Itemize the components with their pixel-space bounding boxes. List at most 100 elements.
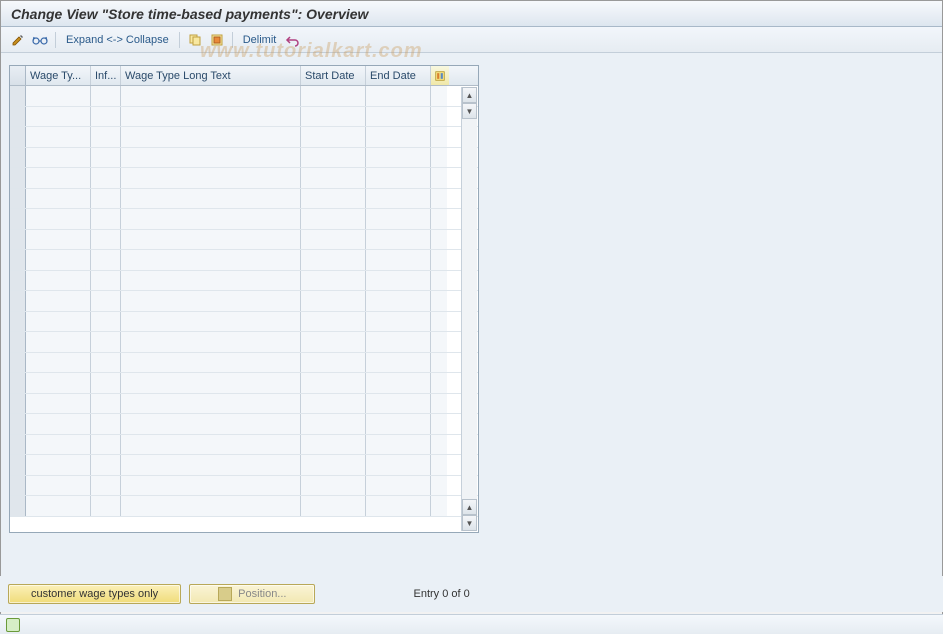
cell-wage-type-long[interactable] [121, 209, 301, 229]
cell-inf[interactable] [91, 332, 121, 352]
row-selector[interactable] [10, 435, 26, 455]
pencil-icon[interactable] [9, 31, 27, 49]
row-selector[interactable] [10, 312, 26, 332]
customer-wage-types-button[interactable]: customer wage types only [8, 584, 181, 604]
cell-start-date[interactable] [301, 148, 366, 168]
cell-wage-type-long[interactable] [121, 373, 301, 393]
cell-wage-type[interactable] [26, 230, 91, 250]
cell-end-date[interactable] [366, 353, 431, 373]
row-selector[interactable] [10, 148, 26, 168]
cell-inf[interactable] [91, 291, 121, 311]
row-selector[interactable] [10, 414, 26, 434]
cell-wage-type-long[interactable] [121, 394, 301, 414]
table-row[interactable] [10, 373, 478, 394]
col-end-date[interactable]: End Date [366, 66, 431, 85]
scroll-down-button-2[interactable]: ▼ [462, 515, 477, 531]
cell-wage-type[interactable] [26, 189, 91, 209]
cell-end-date[interactable] [366, 127, 431, 147]
table-row[interactable] [10, 209, 478, 230]
col-start-date[interactable]: Start Date [301, 66, 366, 85]
cell-wage-type-long[interactable] [121, 127, 301, 147]
cell-wage-type[interactable] [26, 209, 91, 229]
expand-collapse-button[interactable]: Expand <-> Collapse [62, 34, 173, 46]
cell-wage-type-long[interactable] [121, 455, 301, 475]
row-selector[interactable] [10, 271, 26, 291]
cell-end-date[interactable] [366, 230, 431, 250]
cell-wage-type[interactable] [26, 312, 91, 332]
cell-wage-type[interactable] [26, 394, 91, 414]
cell-end-date[interactable] [366, 148, 431, 168]
cell-wage-type-long[interactable] [121, 86, 301, 106]
row-selector[interactable] [10, 189, 26, 209]
cell-wage-type-long[interactable] [121, 107, 301, 127]
row-selector[interactable] [10, 209, 26, 229]
cell-wage-type-long[interactable] [121, 312, 301, 332]
cell-inf[interactable] [91, 394, 121, 414]
cell-wage-type[interactable] [26, 414, 91, 434]
cell-start-date[interactable] [301, 291, 366, 311]
table-row[interactable] [10, 189, 478, 210]
table-row[interactable] [10, 476, 478, 497]
cell-end-date[interactable] [366, 168, 431, 188]
cell-wage-type[interactable] [26, 107, 91, 127]
row-selector[interactable] [10, 332, 26, 352]
cell-inf[interactable] [91, 250, 121, 270]
table-row[interactable] [10, 230, 478, 251]
cell-wage-type[interactable] [26, 271, 91, 291]
cell-wage-type[interactable] [26, 476, 91, 496]
scroll-track[interactable] [462, 119, 477, 499]
row-selector-header[interactable] [10, 66, 26, 85]
cell-start-date[interactable] [301, 332, 366, 352]
table-row[interactable] [10, 86, 478, 107]
cell-end-date[interactable] [366, 189, 431, 209]
undo-icon[interactable] [284, 31, 302, 49]
cell-wage-type[interactable] [26, 455, 91, 475]
cell-inf[interactable] [91, 455, 121, 475]
cell-inf[interactable] [91, 86, 121, 106]
cell-wage-type[interactable] [26, 291, 91, 311]
row-selector[interactable] [10, 291, 26, 311]
cell-inf[interactable] [91, 373, 121, 393]
cell-start-date[interactable] [301, 189, 366, 209]
cell-wage-type-long[interactable] [121, 148, 301, 168]
row-selector[interactable] [10, 107, 26, 127]
cell-start-date[interactable] [301, 455, 366, 475]
cell-inf[interactable] [91, 353, 121, 373]
position-button[interactable]: Position... [189, 584, 315, 604]
row-selector[interactable] [10, 168, 26, 188]
row-selector[interactable] [10, 250, 26, 270]
vertical-scrollbar[interactable]: ▲ ▼ ▲ ▼ [461, 87, 477, 531]
row-selector[interactable] [10, 353, 26, 373]
table-row[interactable] [10, 168, 478, 189]
cell-inf[interactable] [91, 496, 121, 516]
cell-start-date[interactable] [301, 230, 366, 250]
cell-start-date[interactable] [301, 353, 366, 373]
cell-wage-type[interactable] [26, 127, 91, 147]
cell-start-date[interactable] [301, 394, 366, 414]
cell-end-date[interactable] [366, 86, 431, 106]
col-inf[interactable]: Inf... [91, 66, 121, 85]
cell-start-date[interactable] [301, 271, 366, 291]
cell-end-date[interactable] [366, 271, 431, 291]
cell-start-date[interactable] [301, 168, 366, 188]
table-row[interactable] [10, 414, 478, 435]
cell-end-date[interactable] [366, 291, 431, 311]
cell-wage-type-long[interactable] [121, 414, 301, 434]
cell-end-date[interactable] [366, 332, 431, 352]
cell-wage-type[interactable] [26, 250, 91, 270]
cell-inf[interactable] [91, 435, 121, 455]
table-row[interactable] [10, 332, 478, 353]
glasses-icon[interactable] [31, 31, 49, 49]
cell-wage-type-long[interactable] [121, 353, 301, 373]
cell-wage-type[interactable] [26, 148, 91, 168]
row-selector[interactable] [10, 127, 26, 147]
cell-wage-type[interactable] [26, 496, 91, 516]
cell-start-date[interactable] [301, 250, 366, 270]
cell-inf[interactable] [91, 476, 121, 496]
col-wage-type[interactable]: Wage Ty... [26, 66, 91, 85]
cell-wage-type[interactable] [26, 86, 91, 106]
cell-wage-type-long[interactable] [121, 332, 301, 352]
table-row[interactable] [10, 107, 478, 128]
table-row[interactable] [10, 455, 478, 476]
cell-wage-type[interactable] [26, 353, 91, 373]
